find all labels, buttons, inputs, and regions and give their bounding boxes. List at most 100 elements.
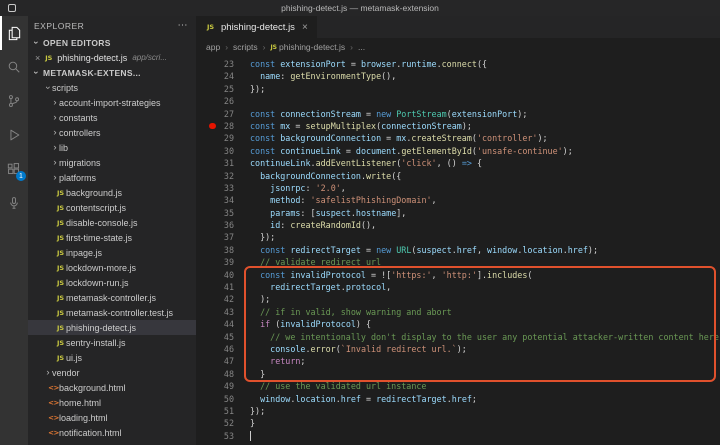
- line-number[interactable]: 27: [196, 108, 234, 120]
- more-actions-icon[interactable]: ⋯: [178, 20, 189, 31]
- tree-item-constants[interactable]: constants: [28, 110, 196, 125]
- tab-phishing-detect[interactable]: JS phishing-detect.js ×: [196, 16, 317, 38]
- tree-item-contentscript.js[interactable]: JScontentscript.js: [28, 200, 196, 215]
- line-number[interactable]: 25: [196, 83, 234, 95]
- line-number[interactable]: 26: [196, 95, 234, 107]
- breadcrumb-item-scripts[interactable]: scripts: [233, 42, 258, 52]
- chevron-down-icon[interactable]: [32, 68, 40, 78]
- line-number[interactable]: 24: [196, 70, 234, 82]
- js-file-icon: JS: [270, 44, 277, 51]
- chevron-right-icon[interactable]: [51, 173, 59, 183]
- chevron-right-icon[interactable]: [51, 98, 59, 108]
- microphone-icon[interactable]: [0, 186, 28, 220]
- line-number[interactable]: 33: [196, 182, 234, 194]
- line-number[interactable]: 49: [196, 380, 234, 392]
- chevron-right-icon[interactable]: [51, 158, 59, 168]
- code-text: }: [234, 417, 720, 429]
- tree-item-metamask-controller.js[interactable]: JSmetamask-controller.js: [28, 290, 196, 305]
- code-line-40: 40 const invalidProtocol = !['https:', '…: [196, 269, 720, 281]
- code-line-43: 43 // if in valid, show warning and abor…: [196, 306, 720, 318]
- line-number[interactable]: 23: [196, 58, 234, 70]
- code-line-27: 27const connectionStream = new PortStrea…: [196, 108, 720, 120]
- tree-item-first-time-state.js[interactable]: JSfirst-time-state.js: [28, 230, 196, 245]
- tree-item-lockdown-run.js[interactable]: JSlockdown-run.js: [28, 275, 196, 290]
- line-number[interactable]: 45: [196, 331, 234, 343]
- line-number[interactable]: 42: [196, 293, 234, 305]
- breadcrumb-item-app[interactable]: app: [206, 42, 220, 52]
- tree-item-background.html[interactable]: <>background.html: [28, 380, 196, 395]
- line-number[interactable]: 34: [196, 194, 234, 206]
- search-icon[interactable]: [0, 50, 28, 84]
- tree-item-phishing-detect.js[interactable]: JSphishing-detect.js: [28, 320, 196, 335]
- chevron-right-icon[interactable]: [44, 368, 52, 378]
- breakpoint-icon[interactable]: [209, 123, 216, 130]
- line-number[interactable]: 39: [196, 256, 234, 268]
- js-file-icon: JS: [55, 294, 66, 302]
- tree-item-inpage.js[interactable]: JSinpage.js: [28, 245, 196, 260]
- tree-item-platforms[interactable]: platforms: [28, 170, 196, 185]
- workbench: 1 EXPLORER ⋯ OPEN EDITORS × JS phishing-…: [0, 16, 720, 445]
- line-number[interactable]: 44: [196, 318, 234, 330]
- extensions-icon[interactable]: 1: [0, 152, 28, 186]
- breadcrumb-item-...[interactable]: ...: [358, 42, 365, 52]
- tree-item-disable-console.js[interactable]: JSdisable-console.js: [28, 215, 196, 230]
- line-number[interactable]: 29: [196, 132, 234, 144]
- title-bar: phishing-detect.js — metamask-extension: [0, 0, 720, 16]
- line-number[interactable]: 43: [196, 306, 234, 318]
- chevron-right-icon[interactable]: [51, 143, 59, 153]
- js-file-icon: JS: [55, 279, 66, 287]
- tree-item-home.html[interactable]: <>home.html: [28, 395, 196, 410]
- tree-item-account-import-strategies[interactable]: account-import-strategies: [28, 95, 196, 110]
- line-number[interactable]: 53: [196, 430, 234, 442]
- project-header[interactable]: METAMASK-EXTENS...: [28, 65, 196, 80]
- line-number[interactable]: 50: [196, 393, 234, 405]
- tree-item-notification.html[interactable]: <>notification.html: [28, 425, 196, 440]
- code-text: console.error(`Invalid redirect url.`);: [234, 343, 720, 355]
- line-number[interactable]: 30: [196, 145, 234, 157]
- chevron-down-icon[interactable]: [44, 83, 52, 93]
- tree-item-controllers[interactable]: controllers: [28, 125, 196, 140]
- line-number[interactable]: 38: [196, 244, 234, 256]
- tree-item-lockdown-more.js[interactable]: JSlockdown-more.js: [28, 260, 196, 275]
- close-icon[interactable]: ×: [35, 53, 40, 63]
- chevron-right-icon[interactable]: [51, 128, 59, 138]
- line-number[interactable]: 47: [196, 355, 234, 367]
- chevron-down-icon[interactable]: [32, 38, 40, 48]
- open-editor-item[interactable]: × JS phishing-detect.js app/scri...: [28, 50, 196, 65]
- tree-item-label: account-import-strategies: [59, 98, 161, 108]
- line-number[interactable]: 48: [196, 368, 234, 380]
- line-number[interactable]: 32: [196, 170, 234, 182]
- line-number[interactable]: 37: [196, 231, 234, 243]
- code-text: const connectionStream = new PortStream(…: [234, 108, 720, 120]
- tree-item-loading.html[interactable]: <>loading.html: [28, 410, 196, 425]
- line-number[interactable]: 41: [196, 281, 234, 293]
- code-text: continueLink.addEventListener('click', (…: [234, 157, 720, 169]
- line-number[interactable]: 51: [196, 405, 234, 417]
- breadcrumb-item-phishing-detect.js[interactable]: JSphishing-detect.js: [270, 42, 345, 52]
- code-text: });: [234, 231, 720, 243]
- open-editors-header[interactable]: OPEN EDITORS: [28, 35, 196, 50]
- tree-item-vendor[interactable]: vendor: [28, 365, 196, 380]
- tree-item-lib[interactable]: lib: [28, 140, 196, 155]
- code-area[interactable]: 23const extensionPort = browser.runtime.…: [196, 56, 720, 445]
- line-number[interactable]: 35: [196, 207, 234, 219]
- tree-item-migrations[interactable]: migrations: [28, 155, 196, 170]
- tree-item-background.js[interactable]: JSbackground.js: [28, 185, 196, 200]
- run-debug-icon[interactable]: [0, 118, 28, 152]
- code-line-53: 53: [196, 430, 720, 442]
- source-control-icon[interactable]: [0, 84, 28, 118]
- line-number[interactable]: 31: [196, 157, 234, 169]
- line-number[interactable]: 40: [196, 269, 234, 281]
- tree-item-ui.js[interactable]: JSui.js: [28, 350, 196, 365]
- tree-item-scripts[interactable]: scripts: [28, 80, 196, 95]
- line-number[interactable]: 52: [196, 417, 234, 429]
- tree-item-sentry-install.js[interactable]: JSsentry-install.js: [28, 335, 196, 350]
- activity-bar: 1: [0, 16, 28, 445]
- line-number[interactable]: 46: [196, 343, 234, 355]
- tree-item-label: notification.html: [59, 428, 122, 438]
- line-number[interactable]: 36: [196, 219, 234, 231]
- explorer-icon[interactable]: [0, 16, 28, 50]
- close-icon[interactable]: ×: [302, 22, 308, 33]
- tree-item-metamask-controller.test.js[interactable]: JSmetamask-controller.test.js: [28, 305, 196, 320]
- chevron-right-icon[interactable]: [51, 113, 59, 123]
